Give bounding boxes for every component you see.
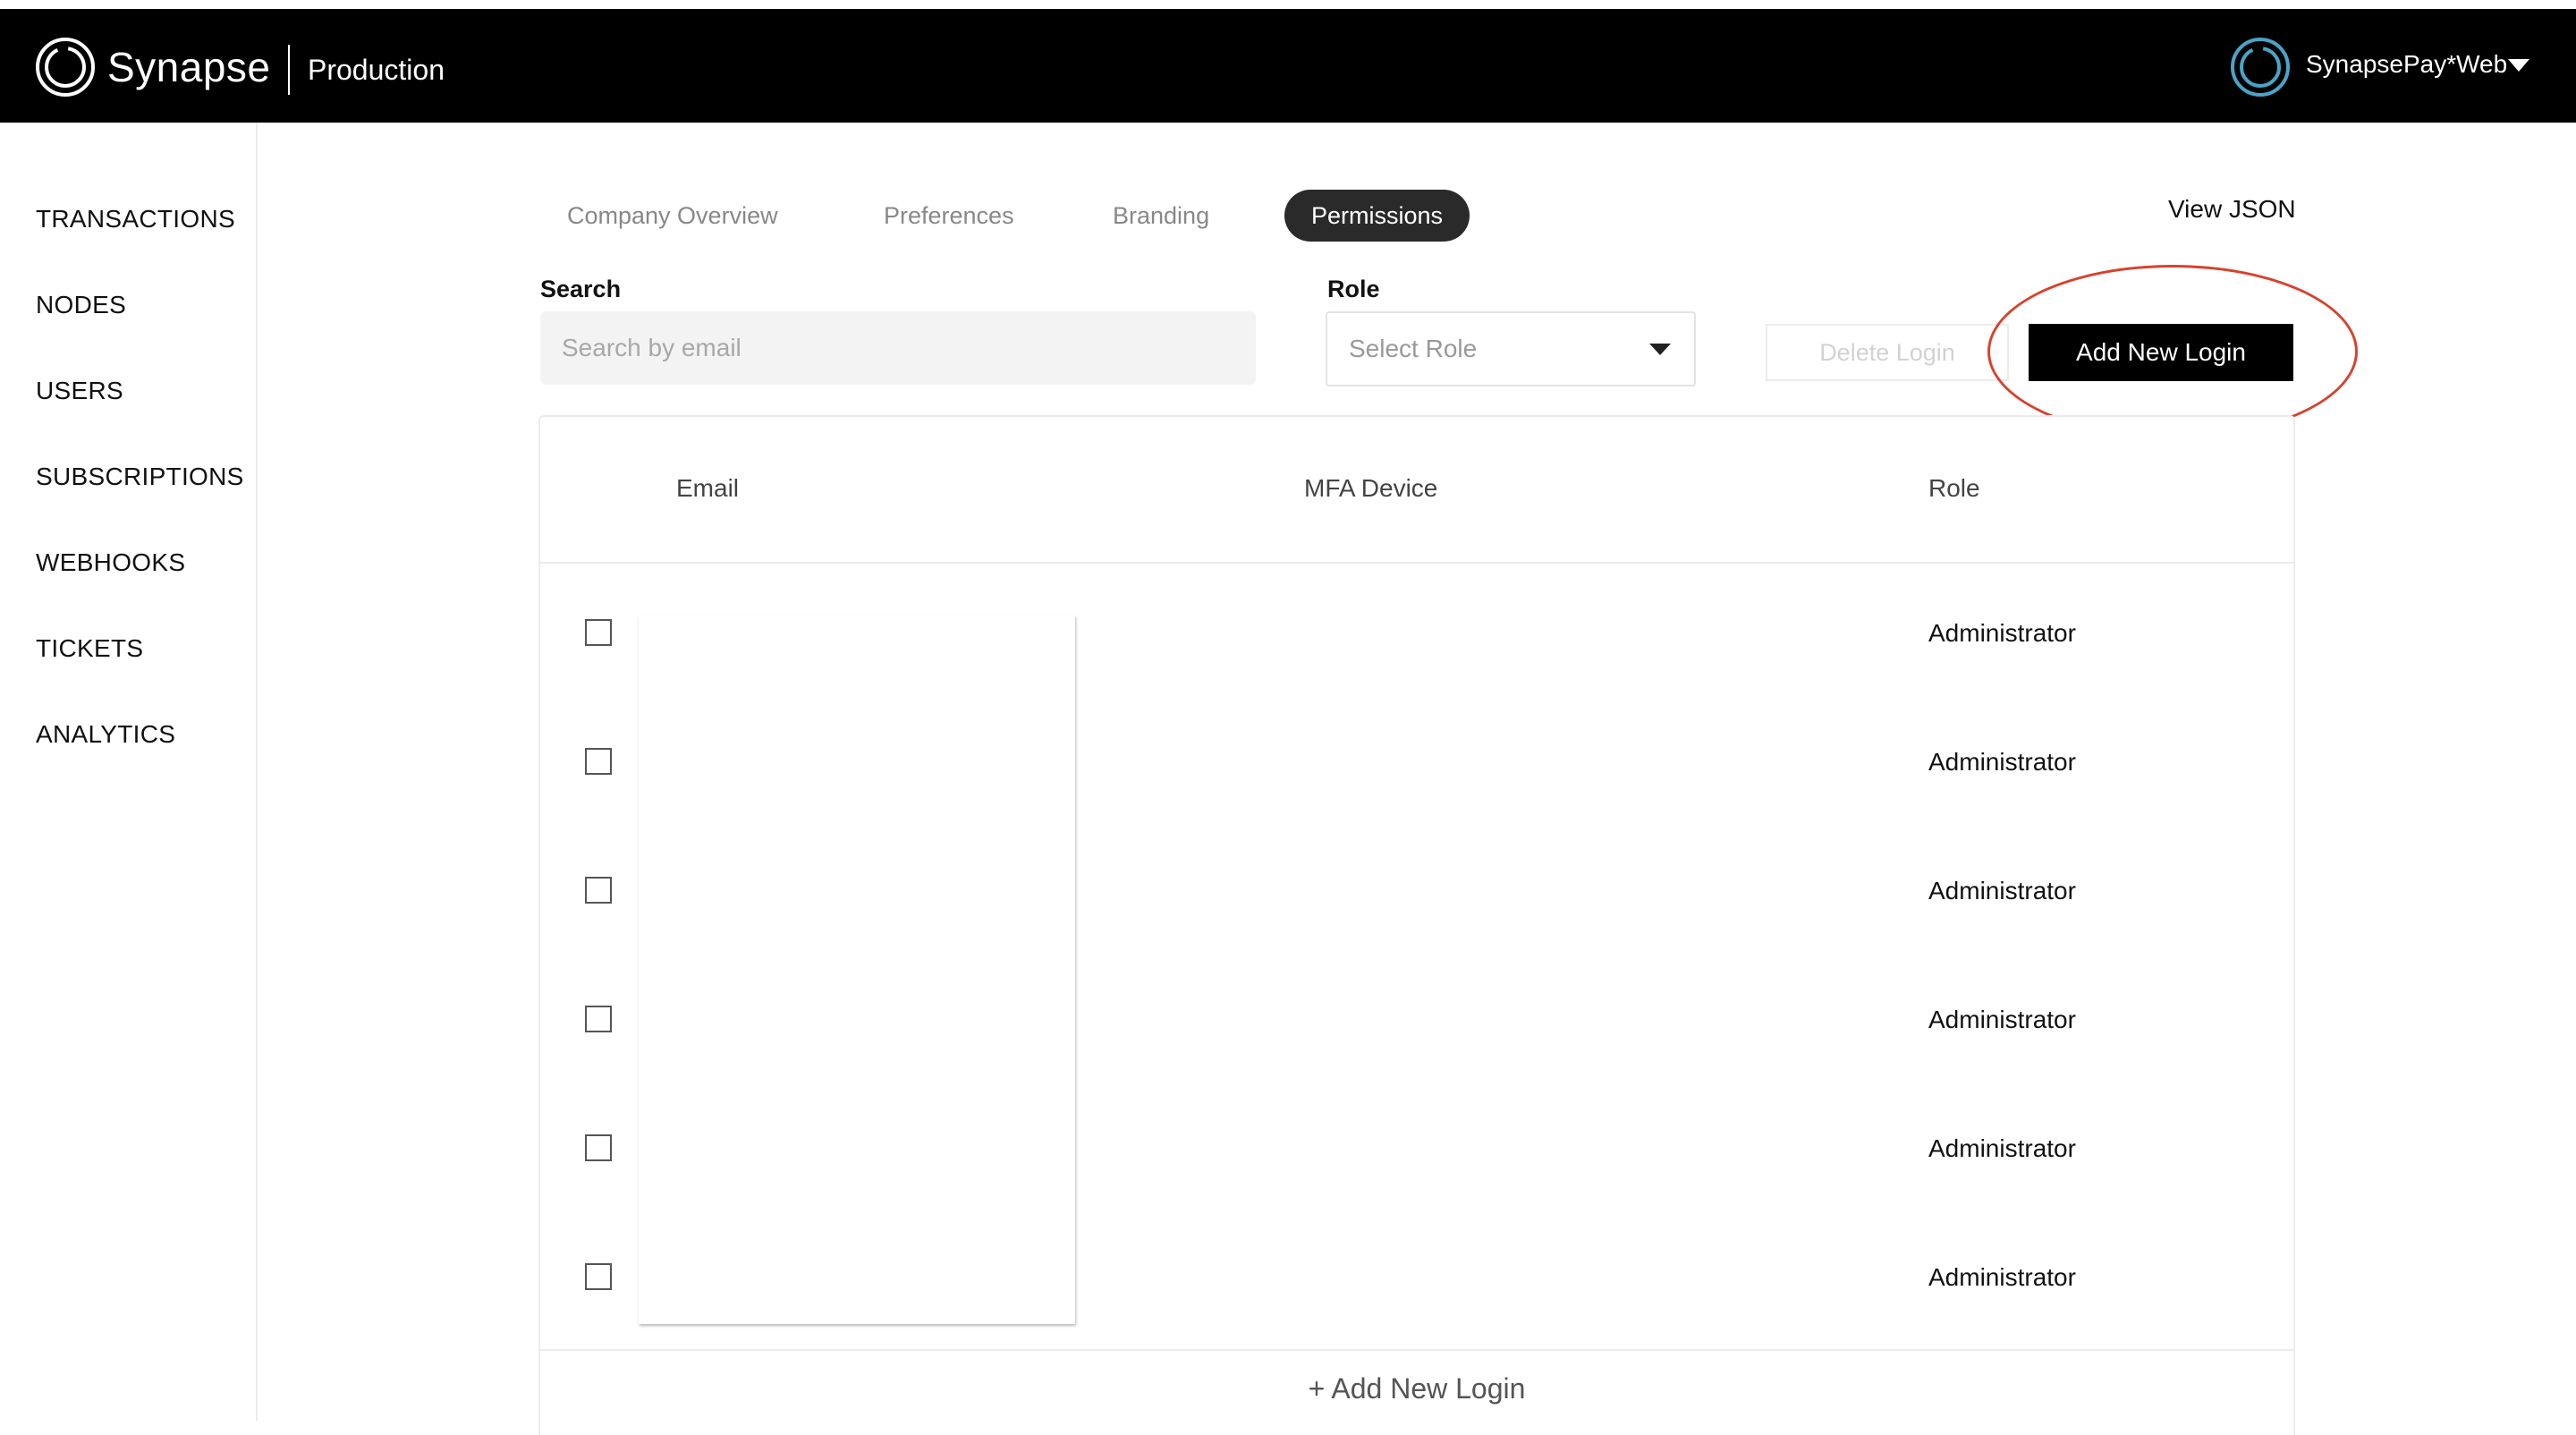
sidebar: TRANSACTIONS NODES USERS SUBSCRIPTIONS W… <box>0 123 258 1421</box>
column-header-email: Email <box>676 474 740 502</box>
email-redaction-panel <box>639 616 1075 1324</box>
role-cell: Administrator <box>1928 877 2076 904</box>
row-checkbox[interactable] <box>585 1134 612 1161</box>
delete-login-button[interactable]: Delete Login <box>1766 324 2009 381</box>
role-cell: Administrator <box>1928 1263 2076 1291</box>
highlight-circle <box>1987 265 2358 438</box>
header-separator <box>540 562 2293 564</box>
row-checkbox[interactable] <box>585 877 612 904</box>
row-checkbox[interactable] <box>585 1006 612 1032</box>
tab-company-overview[interactable]: Company Overview <box>567 190 778 242</box>
account-ring-icon[interactable] <box>2229 36 2292 98</box>
role-cell: Administrator <box>1928 1006 2076 1033</box>
sidebar-item-tickets[interactable]: TICKETS <box>36 634 143 663</box>
chevron-down-icon[interactable] <box>2508 59 2529 72</box>
row-checkbox[interactable] <box>585 748 612 775</box>
sidebar-item-subscriptions[interactable]: SUBSCRIPTIONS <box>36 463 244 491</box>
role-cell: Administrator <box>1928 1134 2076 1162</box>
sidebar-item-webhooks[interactable]: WEBHOOKS <box>36 548 185 577</box>
synapse-logo-icon[interactable] <box>34 36 97 98</box>
logins-table: Email MFA Device Role Administrator Admi… <box>538 415 2295 1435</box>
caret-down-icon <box>1649 344 1671 355</box>
sidebar-item-users[interactable]: USERS <box>36 377 123 405</box>
search-label: Search <box>540 276 622 302</box>
role-select[interactable]: Select Role <box>1326 311 1696 386</box>
top-strip <box>0 0 2576 9</box>
tab-permissions[interactable]: Permissions <box>1284 190 1470 242</box>
add-new-login-row-button[interactable]: + Add New Login <box>540 1372 2293 1405</box>
column-header-mfa-device: MFA Device <box>1304 474 1438 502</box>
role-select-placeholder: Select Role <box>1349 335 1478 362</box>
footer-separator <box>540 1349 2293 1351</box>
header-divider <box>288 45 290 95</box>
account-name[interactable]: SynapsePay*Web <box>2306 50 2507 79</box>
tab-preferences[interactable]: Preferences <box>884 190 1014 242</box>
environment-label: Production <box>308 54 445 86</box>
view-json-link[interactable]: View JSON <box>2168 195 2296 224</box>
row-checkbox[interactable] <box>585 619 612 646</box>
role-cell: Administrator <box>1928 748 2076 776</box>
sidebar-item-nodes[interactable]: NODES <box>36 291 126 319</box>
sidebar-item-analytics[interactable]: ANALYTICS <box>36 720 175 749</box>
top-header: Synapse Production SynapsePay*Web <box>0 9 2576 123</box>
brand-name[interactable]: Synapse <box>107 43 271 91</box>
role-label: Role <box>1327 276 1380 302</box>
search-input[interactable] <box>540 311 1256 385</box>
tab-branding[interactable]: Branding <box>1113 190 1209 242</box>
column-header-role: Role <box>1928 474 1980 502</box>
row-checkbox[interactable] <box>585 1263 612 1290</box>
role-cell: Administrator <box>1928 619 2076 647</box>
sidebar-item-transactions[interactable]: TRANSACTIONS <box>36 205 235 234</box>
